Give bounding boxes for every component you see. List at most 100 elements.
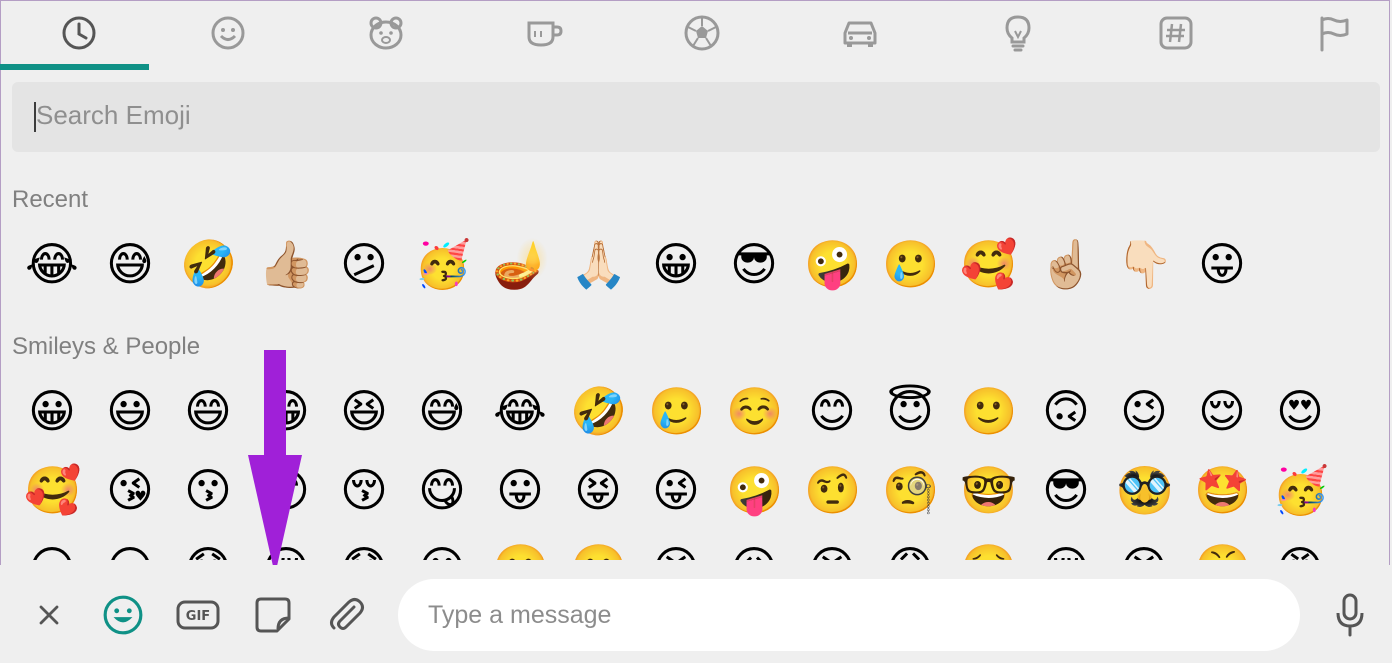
tab-recent[interactable] [0,0,158,66]
emoji-item[interactable]: 😁 [258,383,314,439]
emoji-item[interactable]: 👇🏻 [1116,236,1173,292]
emoji-item[interactable]: 😜 [648,462,704,518]
emoji-item[interactable]: 😙 [258,462,314,518]
clock-icon [62,16,96,50]
emoji-item[interactable]: 🤨 [804,462,861,518]
emoji-item[interactable]: 😕 [336,236,392,292]
emoji-item[interactable]: 🥰 [960,236,1017,292]
emoji-glyph: 😛 [1198,237,1246,291]
emoji-glyph: 😕 [414,540,470,560]
tab-flags[interactable] [1255,0,1392,66]
emoji-item[interactable]: 😂 [492,383,548,439]
search-input[interactable]: Search Emoji [36,100,191,131]
emoji-item[interactable]: ☝🏼 [1038,236,1095,292]
emoji-item[interactable]: 😅 [414,383,470,439]
emoji-item[interactable]: 😩 [882,540,938,560]
emoji-glyph: 🥳 [414,237,472,291]
emoji-item[interactable]: 😀 [24,383,80,439]
emoji-item[interactable]: 🤩 [1194,462,1251,518]
emoji-glyph: 😟 [336,540,392,560]
emoji-item[interactable]: 😛 [1194,236,1250,292]
emoji-glyph: 😂 [25,237,79,291]
emoji-item[interactable]: 😔 [258,540,314,560]
tab-objects[interactable] [939,0,1097,66]
emoji-item[interactable]: 😉 [1116,383,1172,439]
tab-activity[interactable] [623,0,781,66]
emoji-item[interactable]: 😎 [726,236,782,292]
emoji-item[interactable]: 😢 [1038,540,1094,560]
emoji-item[interactable]: 😀 [648,236,704,292]
emoji-item[interactable]: 😕 [414,540,470,560]
emoji-item[interactable]: 🥳 [414,236,472,292]
emoji-item[interactable]: 😏 [24,540,80,560]
tab-animals[interactable] [307,0,465,66]
tab-symbols[interactable] [1097,0,1255,66]
emoji-item[interactable]: 🤣 [570,383,628,439]
emoji-item[interactable]: 😝 [570,462,626,518]
emoji-item[interactable]: 🤣 [180,236,237,292]
emoji-item[interactable]: 😫 [804,540,860,560]
emoji-item[interactable]: 😍 [1272,383,1328,439]
emoji-item[interactable]: 🥲 [882,236,939,292]
emoji-item[interactable]: 🥺 [960,540,1017,560]
emoji-glyph: 😗 [184,463,232,517]
sticker-button[interactable] [251,593,295,637]
tab-food[interactable] [465,0,623,66]
emoji-search-box[interactable]: Search Emoji [12,82,1380,152]
emoji-item[interactable]: 😅 [102,236,158,292]
emoji-item[interactable]: 😗 [180,462,236,518]
tab-travel[interactable] [781,0,939,66]
emoji-item[interactable]: 😋 [414,462,470,518]
emoji-item[interactable]: 🙃 [1038,383,1094,439]
emoji-item[interactable]: 🤪 [726,462,783,518]
emoji-item[interactable]: 😣 [648,540,704,560]
message-input[interactable] [398,579,1300,651]
emoji-glyph: 😎 [730,237,778,291]
emoji-glyph: 🤣 [570,384,628,438]
emoji-glyph: 😕 [340,237,388,291]
emoji-item[interactable]: 😭 [1116,540,1172,560]
emoji-item[interactable]: 😆 [336,383,392,439]
emoji-item[interactable]: 😚 [336,462,392,518]
emoji-item[interactable]: 😎 [1038,462,1094,518]
emoji-item[interactable]: 😄 [180,383,236,439]
emoji-item[interactable]: 😠 [1272,540,1328,560]
emoji-item[interactable]: 😛 [492,462,548,518]
emoji-glyph: 😘 [106,463,154,517]
gif-button[interactable]: GIF [176,593,220,637]
emoji-item[interactable]: 🙏🏻 [570,236,627,292]
emoji-item[interactable]: 😒 [102,540,158,560]
emoji-item[interactable]: 🙂 [960,383,1017,439]
emoji-item[interactable]: 😘 [102,462,158,518]
emoji-item[interactable]: 😇 [882,383,938,439]
emoji-item[interactable]: 😂 [24,236,80,292]
emoji-item[interactable]: 🤪 [804,236,861,292]
emoji-item[interactable]: 🥰 [24,462,81,518]
emoji-item[interactable]: ☺️ [726,383,783,439]
emoji-item[interactable]: ☹️ [570,540,627,560]
emoji-glyph: 🥳 [1272,463,1330,517]
microphone-button[interactable] [1328,593,1372,637]
emoji-item[interactable]: 🪔 [492,236,549,292]
emoji-item[interactable]: 😟 [336,540,392,560]
emoji-item[interactable]: 👍🏼 [258,236,316,292]
emoji-button[interactable] [101,593,145,637]
emoji-item[interactable]: 🤓 [960,462,1017,518]
tab-smileys[interactable] [149,0,307,66]
close-button[interactable] [27,593,71,637]
emoji-item[interactable]: 😞 [180,540,236,560]
emoji-item[interactable]: 🧐 [882,462,939,518]
message-composer-bar: GIF [0,565,1392,663]
emoji-item[interactable]: 🥸 [1116,462,1173,518]
emoji-item[interactable]: 😌 [1194,383,1250,439]
emoji-item[interactable]: 😖 [726,540,782,560]
emoji-item[interactable]: 😃 [102,383,158,439]
emoji-item[interactable]: 🥳 [1272,462,1330,518]
emoji-item[interactable]: 😊 [804,383,860,439]
emoji-item[interactable]: 😤 [1194,540,1251,560]
emoji-icon [103,595,143,635]
emoji-glyph: 👍🏼 [258,237,316,291]
emoji-item[interactable]: 🙁 [492,540,549,560]
emoji-item[interactable]: 🥲 [648,383,705,439]
attach-button[interactable] [324,593,368,637]
